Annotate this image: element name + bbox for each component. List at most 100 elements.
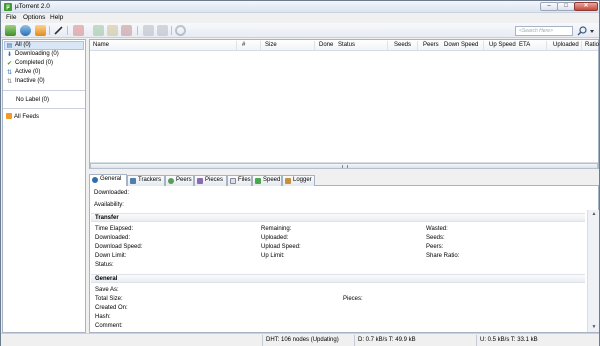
column-separator[interactable] — [417, 41, 418, 50]
column-separator[interactable] — [236, 41, 237, 50]
tab-label: Logger — [293, 177, 312, 183]
sidebar-item-no-label[interactable]: No Label (0) — [16, 96, 49, 104]
download-speed-label: Download Speed: — [95, 244, 143, 250]
sidebar-item-all-feeds[interactable]: All Feeds — [6, 113, 39, 121]
sidebar-item-downloading[interactable]: ⬇ Downloading (0) — [6, 50, 59, 58]
tab-logger[interactable]: Logger — [282, 175, 315, 186]
torrent-list[interactable]: Name # Size Done Status Seeds Peers Down… — [89, 39, 599, 169]
create-torrent-icon[interactable] — [35, 25, 46, 36]
menu-options[interactable]: Options — [23, 14, 45, 22]
edit-icon[interactable] — [53, 25, 64, 36]
tab-label: Peers — [176, 177, 192, 183]
column-ratio[interactable]: Ratio — [585, 42, 599, 49]
column-seeds[interactable]: Seeds — [394, 42, 411, 49]
title-bar[interactable]: µ µTorrent 2.0 – □ ✕ — [1, 1, 599, 13]
tab-trackers[interactable]: Trackers — [127, 175, 165, 186]
sidebar-item-active[interactable]: ⇅ Active (0) — [6, 68, 40, 76]
close-button[interactable]: ✕ — [574, 2, 598, 11]
created-on-label: Created On: — [95, 305, 128, 311]
search-button[interactable] — [576, 26, 596, 36]
tab-label: Speed — [263, 177, 281, 183]
down-icon[interactable] — [157, 25, 168, 36]
preferences-icon[interactable] — [175, 25, 186, 36]
toolbar-separator — [137, 26, 138, 35]
detail-tabs: General Trackers Peers Pieces Files Spee… — [89, 174, 599, 187]
up-limit-label: Up Limit: — [261, 253, 285, 259]
tab-pieces[interactable]: Pieces — [194, 175, 227, 186]
general-section-header: General — [91, 274, 585, 283]
scroll-down-icon[interactable]: ▼ — [590, 324, 598, 330]
time-elapsed-label: Time Elapsed: — [95, 226, 134, 232]
column-number[interactable]: # — [242, 42, 245, 49]
minimize-button[interactable]: – — [540, 2, 558, 11]
category-sidebar: ▤ All (0) ⬇ Downloading (0) ✔ Completed (0)… — [2, 39, 86, 333]
save-as-label: Save As: — [95, 287, 119, 293]
share-ratio-label: Share Ratio: — [426, 253, 460, 259]
wasted-label: Wasted: — [426, 226, 448, 232]
feed-icon — [6, 113, 12, 119]
pause-icon[interactable] — [107, 25, 118, 36]
sidebar-item-inactive[interactable]: ⇅ Inactive (0) — [6, 77, 45, 85]
up-icon[interactable] — [143, 25, 154, 36]
column-separator[interactable] — [314, 41, 315, 50]
column-peers[interactable]: Peers — [423, 42, 439, 49]
column-eta[interactable]: ETA — [519, 42, 530, 49]
column-separator[interactable] — [387, 41, 388, 50]
scrollbar-thumb[interactable] — [90, 163, 598, 169]
add-torrent-icon[interactable] — [5, 25, 16, 36]
column-status[interactable]: Status — [338, 42, 355, 49]
column-down-speed[interactable]: Down Speed — [444, 42, 478, 49]
down-limit-label: Down Limit: — [95, 253, 127, 259]
menu-help[interactable]: Help — [50, 14, 63, 22]
horizontal-scrollbar[interactable] — [90, 162, 598, 169]
trackers-icon — [130, 178, 136, 184]
add-url-icon[interactable] — [20, 25, 31, 36]
column-size[interactable]: Size — [265, 42, 277, 49]
column-separator[interactable] — [546, 41, 547, 50]
scroll-up-icon[interactable]: ▲ — [590, 211, 598, 217]
column-up-speed[interactable]: Up Speed — [489, 42, 516, 49]
tab-files[interactable]: Files — [227, 175, 252, 186]
total-size-label: Total Size: — [95, 296, 123, 302]
tab-peers[interactable]: Peers — [165, 175, 194, 186]
sidebar-item-label: All Feeds — [14, 114, 40, 120]
tab-speed[interactable]: Speed — [252, 175, 282, 186]
status-cell-empty — [1, 335, 263, 346]
menu-file[interactable]: File — [6, 14, 16, 22]
tab-label: Trackers — [138, 177, 162, 183]
column-separator[interactable] — [581, 41, 582, 50]
column-separator[interactable] — [483, 41, 484, 50]
uploaded-label: Uploaded: — [261, 235, 289, 241]
info-icon — [92, 177, 98, 183]
download-status[interactable]: D: 0.7 kB/s T: 49.9 kB — [355, 335, 477, 346]
dht-status[interactable]: DHT: 106 nodes (Updating) — [263, 335, 355, 346]
stop-icon[interactable] — [121, 25, 132, 36]
logger-icon — [285, 178, 291, 184]
status-label: Status: — [95, 262, 114, 268]
sidebar-item-label: Downloading (0) — [15, 51, 59, 57]
toolbar: <Search Here> — [1, 23, 599, 38]
column-done[interactable]: Done — [319, 42, 333, 49]
peers-label: Peers: — [426, 244, 444, 250]
sidebar-item-all[interactable]: ▤ All (0) — [6, 41, 31, 49]
active-icon: ⇅ — [6, 70, 13, 76]
upload-speed-label: Upload Speed: — [261, 244, 301, 250]
search-input[interactable]: <Search Here> — [515, 26, 573, 36]
utorrent-logo-icon: µ — [4, 3, 12, 11]
start-icon[interactable] — [93, 25, 104, 36]
sidebar-item-completed[interactable]: ✔ Completed (0) — [6, 59, 53, 67]
close-icon: ✕ — [583, 3, 589, 9]
upload-status[interactable]: U: 0.5 kB/s T: 33.1 kB — [477, 335, 599, 346]
seeds-label: Seeds: — [426, 235, 445, 241]
status-bar: DHT: 106 nodes (Updating) D: 0.7 kB/s T:… — [1, 333, 599, 346]
completed-icon: ✔ — [6, 61, 13, 67]
tab-label: Files — [238, 177, 251, 183]
grip-icon — [342, 165, 348, 168]
remove-icon[interactable] — [73, 25, 84, 36]
pieces-label: Pieces: — [343, 296, 363, 302]
column-separator[interactable] — [260, 41, 261, 50]
column-name[interactable]: Name — [93, 42, 109, 49]
column-uploaded[interactable]: Uploaded — [553, 42, 579, 49]
vertical-scrollbar[interactable]: ▲ ▼ — [587, 210, 599, 332]
maximize-button[interactable]: □ — [557, 2, 575, 11]
